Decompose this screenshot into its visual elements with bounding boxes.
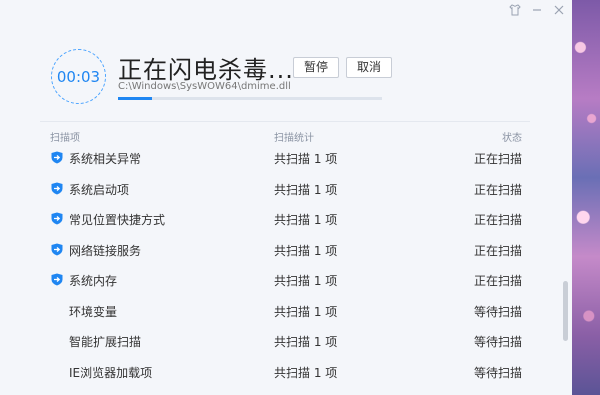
row-status: 正在扫描 xyxy=(473,152,522,166)
row-name: 系统启动项 xyxy=(69,182,130,197)
scan-progress-fill xyxy=(118,97,153,100)
table-row: 智能扩展扫描 共扫描 1 项 等待扫描 xyxy=(50,325,530,356)
row-name: 系统内存 xyxy=(69,274,118,288)
row-stats: 共扫描 1 项 xyxy=(274,274,338,288)
row-stats: 共扫描 1 项 xyxy=(274,152,338,166)
table-header: 扫描项 扫描统计 状态 xyxy=(50,129,522,144)
scan-progress-bar xyxy=(118,97,382,100)
scan-heading: 正在闪电杀毒... xyxy=(118,56,294,84)
row-name: 常见位置快捷方式 xyxy=(69,213,166,227)
row-name: IE浏览器加载项 xyxy=(69,365,153,380)
table-row: 系统内存 共扫描 1 项 正在扫描 xyxy=(50,264,530,295)
cancel-button[interactable]: 取消 xyxy=(346,57,392,78)
shield-arrow-icon xyxy=(51,243,63,256)
row-stats: 共扫描 1 项 xyxy=(274,213,338,227)
row-stats: 共扫描 1 项 xyxy=(274,335,338,349)
minimize-icon[interactable] xyxy=(530,4,544,21)
pause-button[interactable]: 暂停 xyxy=(293,57,339,78)
close-icon[interactable] xyxy=(552,4,566,21)
shield-arrow-icon xyxy=(51,273,63,286)
row-name: 系统相关异常 xyxy=(69,152,142,166)
title-bar-controls xyxy=(508,4,566,21)
elapsed-timer: 00:03 xyxy=(51,49,106,104)
row-stats: 共扫描 1 项 xyxy=(274,182,338,197)
row-status: 等待扫描 xyxy=(473,335,522,349)
row-stats: 共扫描 1 项 xyxy=(274,243,338,258)
row-name: 智能扩展扫描 xyxy=(69,335,142,349)
shield-arrow-icon xyxy=(51,151,63,164)
row-name: 环境变量 xyxy=(69,304,118,319)
row-stats: 共扫描 1 项 xyxy=(274,304,338,319)
shield-arrow-icon xyxy=(51,212,63,225)
row-status: 正在扫描 xyxy=(473,243,522,258)
current-file-path: C:\Windows\SysWOW64\dmime.dll xyxy=(118,81,291,92)
row-status: 正在扫描 xyxy=(473,213,522,227)
scan-window: 00:03 正在闪电杀毒... 暂停 取消 C:\Windows\SysWOW6… xyxy=(0,0,572,395)
divider xyxy=(40,121,530,122)
row-stats: 共扫描 1 项 xyxy=(274,365,338,380)
row-status: 等待扫描 xyxy=(473,304,522,319)
table-row: 常见位置快捷方式 共扫描 1 项 正在扫描 xyxy=(50,203,530,234)
table-row: 网络链接服务 共扫描 1 项 正在扫描 xyxy=(50,234,530,265)
shirt-icon[interactable] xyxy=(508,4,522,21)
table-row: 系统启动项 共扫描 1 项 正在扫描 xyxy=(50,173,530,204)
scrollbar-thumb[interactable] xyxy=(563,281,568,341)
table-row: 系统相关异常 共扫描 1 项 正在扫描 xyxy=(50,142,530,173)
background-artwork xyxy=(572,0,600,395)
table-row: 环境变量 共扫描 1 项 等待扫描 xyxy=(50,295,530,326)
shield-arrow-icon xyxy=(51,182,63,195)
scan-items-list: 系统相关异常 共扫描 1 项正在扫描 系统启动项 共扫描 1 项正在扫描 常见位置快捷方… xyxy=(50,142,530,386)
row-status: 正在扫描 xyxy=(473,182,522,197)
row-status: 等待扫描 xyxy=(473,365,522,380)
table-row: IE浏览器加载项 共扫描 1 项 等待扫描 xyxy=(50,356,530,387)
row-name: 网络链接服务 xyxy=(69,243,142,258)
row-status: 正在扫描 xyxy=(473,274,522,288)
